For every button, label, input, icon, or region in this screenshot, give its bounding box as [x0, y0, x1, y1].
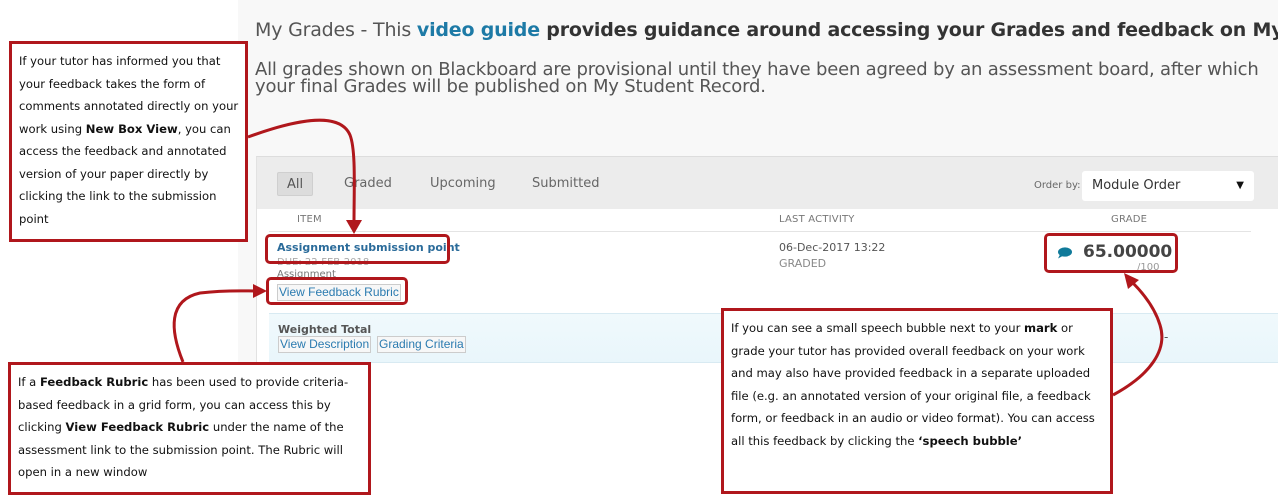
callout-text: If you can see a small speech bubble nex…: [731, 321, 1025, 335]
highlight-rubric-link: [266, 277, 408, 305]
callout-bold: Feedback Rubric: [39, 375, 149, 389]
last-activity-date: 06-Dec-2017 13:22: [779, 241, 886, 254]
callout-bold: mark: [1024, 321, 1058, 335]
video-guide-link[interactable]: video guide: [417, 19, 540, 41]
heading-prefix: My Grades - This: [255, 19, 417, 41]
filter-tab-all[interactable]: All: [277, 172, 314, 196]
page-heading: My Grades - This video guide provides gu…: [255, 19, 1278, 41]
highlight-assignment-link: [265, 234, 450, 264]
activity-status: GRADED: [779, 257, 827, 270]
grading-criteria-link[interactable]: Grading Criteria: [377, 336, 466, 353]
filter-tab-submitted[interactable]: Submitted: [523, 172, 608, 196]
callout-box-view: If your tutor has informed you that your…: [9, 41, 248, 242]
callout-text: or grade your tutor has provided overall…: [731, 321, 1095, 448]
callout-speech-bubble: If you can see a small speech bubble nex…: [721, 308, 1113, 494]
column-header-grade[interactable]: GRADE: [1111, 214, 1147, 225]
order-by-label: Order by:: [1034, 180, 1081, 191]
heading-suffix: provides guidance around accessing your …: [546, 19, 1278, 41]
order-by-value: Module Order: [1092, 178, 1181, 193]
chevron-down-icon: ▼: [1236, 180, 1244, 191]
order-by-select[interactable]: Module Order ▼: [1082, 171, 1254, 201]
highlight-grade: [1044, 233, 1178, 273]
weighted-total-value: -: [1164, 330, 1169, 344]
callout-text: If a: [18, 375, 40, 389]
callout-bold: New Box View: [85, 121, 178, 136]
column-header-item[interactable]: ITEM: [297, 214, 322, 225]
column-header-last-activity[interactable]: LAST ACTIVITY: [779, 214, 855, 225]
view-description-link[interactable]: View Description: [278, 336, 372, 353]
callout-text: , you can access the feedback and annota…: [19, 121, 231, 226]
filter-bar: All Graded Upcoming Submitted Order by: …: [257, 157, 1278, 209]
weighted-total-title: Weighted Total: [278, 323, 372, 336]
filter-tab-upcoming[interactable]: Upcoming: [421, 172, 505, 196]
callout-feedback-rubric: If a Feedback Rubric has been used to pr…: [8, 362, 371, 495]
callout-bold: ‘speech bubble’: [918, 433, 1023, 448]
filter-tab-graded[interactable]: Graded: [335, 172, 401, 196]
provisional-notice: All grades shown on Blackboard are provi…: [255, 59, 1259, 97]
header-divider: [269, 231, 1251, 232]
callout-bold: View Feedback Rubric: [65, 420, 210, 434]
